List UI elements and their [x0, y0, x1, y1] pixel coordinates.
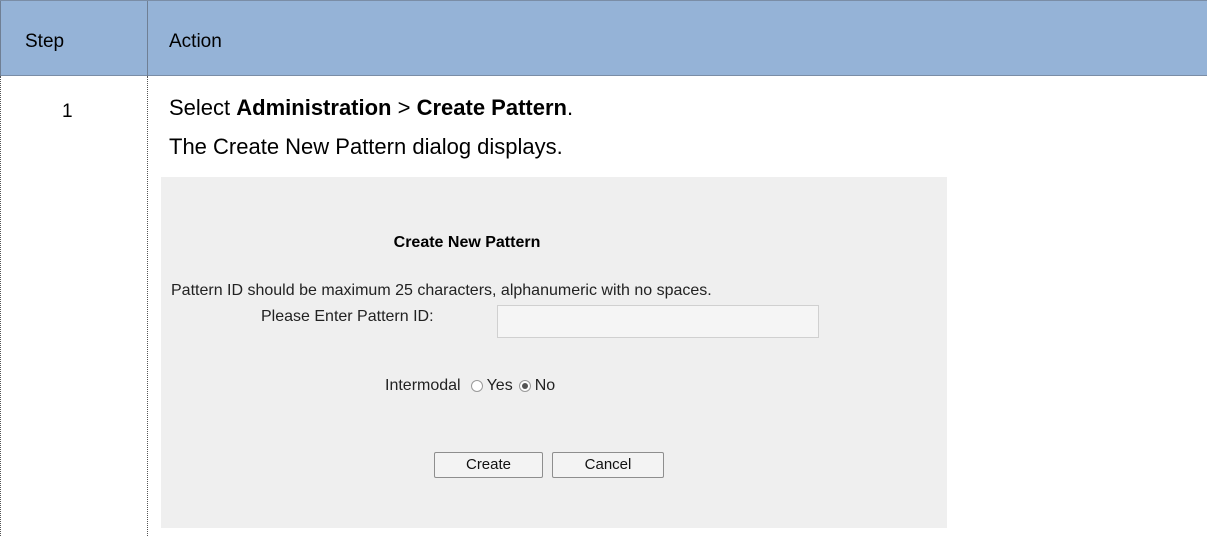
procedure-table: Step Action 1 Select Administration > Cr…	[0, 0, 1207, 536]
create-pattern-dialog: Create New Pattern Pattern ID should be …	[161, 177, 947, 528]
body-left-border	[0, 76, 1, 536]
pattern-id-note: Pattern ID should be maximum 25 characte…	[171, 282, 712, 299]
intermodal-no-option[interactable]: No	[518, 376, 556, 396]
radio-yes-icon[interactable]	[470, 380, 483, 392]
intermodal-row: Intermodal Yes No	[385, 375, 555, 397]
cancel-button[interactable]: Cancel	[552, 452, 664, 478]
instruction-result: The Create New Pattern dialog displays.	[169, 134, 563, 159]
instruction-suffix: .	[566, 95, 574, 120]
instruction-select: Select Administration > Create Pattern.	[169, 95, 573, 121]
instruction-separator: >	[391, 95, 417, 120]
table-header-row: Step Action	[0, 0, 1207, 77]
radio-no-label: No	[534, 377, 556, 394]
header-action: Action	[169, 31, 222, 52]
body-column-divider	[147, 76, 148, 536]
header-step: Step	[25, 31, 65, 52]
instruction-prefix: Select	[169, 95, 237, 120]
menu-item-create-pattern: Create Pattern	[416, 95, 567, 120]
intermodal-yes-option[interactable]: Yes	[470, 376, 513, 396]
header-column-divider	[147, 1, 148, 77]
radio-no-icon[interactable]	[518, 380, 531, 392]
step-number: 1	[62, 101, 73, 122]
create-button[interactable]: Create	[434, 452, 543, 478]
header-left-border	[0, 1, 1, 77]
menu-administration: Administration	[236, 95, 392, 120]
pattern-id-input[interactable]	[497, 305, 819, 338]
dialog-title: Create New Pattern	[393, 234, 541, 251]
pattern-id-label: Please Enter Pattern ID:	[261, 308, 434, 325]
radio-yes-label: Yes	[486, 377, 513, 394]
intermodal-label: Intermodal	[385, 377, 461, 394]
